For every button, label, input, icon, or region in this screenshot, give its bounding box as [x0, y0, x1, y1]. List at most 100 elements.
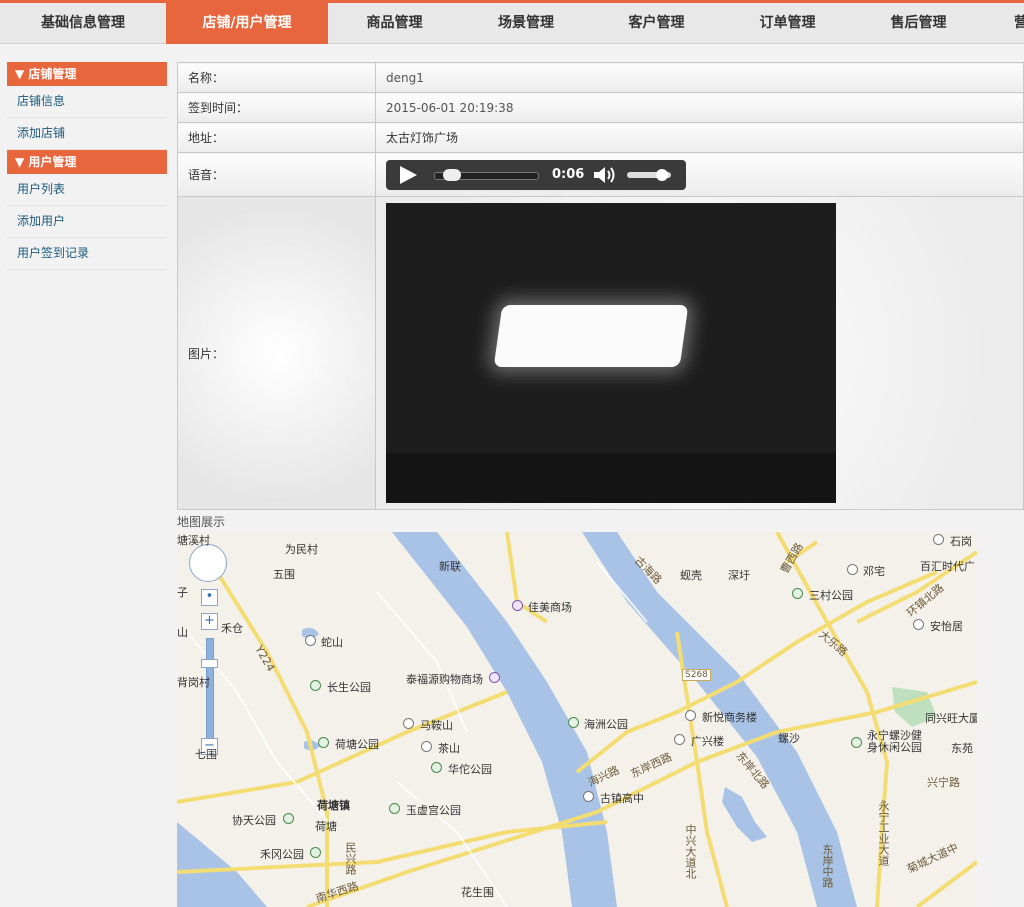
map-pan-control[interactable]: [189, 544, 227, 582]
nav-item-orders[interactable]: 订单管理: [722, 3, 853, 44]
row-address: 地址： 太古灯饰广场: [177, 122, 1024, 153]
audio-time: 0:06: [552, 166, 585, 182]
map-label: 邓宅: [863, 565, 885, 578]
map-label: 荷塘: [315, 820, 337, 833]
place-poi-icon[interactable]: [847, 564, 858, 575]
map-road-label: 民兴路: [344, 842, 357, 875]
map-label: 新悦商务楼: [702, 711, 757, 724]
park-poi-icon[interactable]: [431, 762, 442, 773]
nav-item-store-user[interactable]: 店铺/用户管理: [166, 3, 328, 44]
nav-item-after-sales[interactable]: 售后管理: [853, 3, 984, 44]
map-label: 玉虚宫公园: [406, 804, 461, 817]
map-locate-button[interactable]: •: [201, 589, 218, 606]
map-view[interactable]: • + − 塘溪村 为民村 新联 五围 佳美商场 蚬壳 深圩 三村公园 邓宅 石…: [177, 532, 977, 907]
nav-item-products[interactable]: 商品管理: [328, 3, 461, 44]
place-poi-icon[interactable]: [403, 718, 414, 729]
map-label: 蛇山: [321, 636, 343, 649]
map-label: 协天公园: [232, 814, 276, 827]
park-poi-icon[interactable]: [310, 847, 321, 858]
park-poi-icon[interactable]: [389, 803, 400, 814]
park-poi-icon[interactable]: [310, 680, 321, 691]
checkin-detail-table: 名称： deng1 签到时间： 2015-06-01 20:19:38 地址： …: [177, 62, 1024, 510]
park-poi-icon[interactable]: [851, 737, 862, 748]
map-label: 深圩: [728, 569, 750, 582]
map-label: 古镇高中: [600, 792, 644, 805]
map-label: 山: [177, 626, 188, 639]
map-label: 永宁螺沙健身休闲公园: [867, 729, 922, 754]
sidebar-item-user-list[interactable]: 用户列表: [7, 174, 167, 206]
sidebar-item-store-info[interactable]: 店铺信息: [7, 86, 167, 118]
map-label: 荷塘镇: [317, 799, 350, 812]
sidebar: ▼ 店铺管理 店铺信息 添加店铺 ▼ 用户管理 用户列表 添加用户 用户签到记录: [7, 62, 167, 270]
map-label: 禾仓: [221, 622, 243, 635]
map-label: 同兴旺大厦: [925, 712, 977, 725]
volume-thumb[interactable]: [656, 168, 669, 181]
map-road-label: S268: [682, 669, 711, 681]
map-label: 背岗村: [177, 676, 210, 689]
address-value: 太古灯饰广场: [375, 122, 1024, 153]
map-zoom-rail[interactable]: [206, 638, 214, 750]
place-poi-icon[interactable]: [685, 710, 696, 721]
checkin-photo: [386, 203, 836, 503]
map-label: 海洲公园: [584, 718, 628, 731]
nav-item-customers[interactable]: 客户管理: [591, 3, 722, 44]
sidebar-item-checkin-records[interactable]: 用户签到记录: [7, 238, 167, 270]
map-label: 泰福源购物商场: [406, 673, 483, 686]
map-zoom-slider[interactable]: [201, 659, 218, 668]
photo-lower-wall: [386, 453, 836, 503]
voice-cell: 0:06: [375, 152, 1024, 197]
place-poi-icon[interactable]: [583, 791, 594, 802]
map-zoom-in-button[interactable]: +: [201, 613, 218, 630]
place-poi-icon[interactable]: [421, 741, 432, 752]
map-label: 三村公园: [809, 589, 853, 602]
row-image: 图片：: [177, 196, 1024, 510]
park-poi-icon[interactable]: [283, 813, 294, 824]
map-label: 华佗公园: [448, 763, 492, 776]
place-poi-icon[interactable]: [674, 734, 685, 745]
place-poi-icon[interactable]: [933, 534, 944, 545]
voice-label: 语音：: [177, 152, 376, 197]
park-poi-icon[interactable]: [318, 737, 329, 748]
ceiling-lamp-shape: [493, 305, 689, 367]
address-label: 地址：: [177, 122, 376, 153]
checkin-time-value: 2015-06-01 20:19:38: [375, 92, 1024, 123]
park-poi-icon[interactable]: [792, 588, 803, 599]
place-poi-icon[interactable]: [913, 619, 924, 630]
row-time: 签到时间： 2015-06-01 20:19:38: [177, 92, 1024, 123]
map-label: 新联: [439, 560, 461, 573]
map-label: 子: [177, 586, 188, 599]
nav-item-more[interactable]: 营: [1014, 3, 1024, 44]
name-label: 名称：: [177, 62, 376, 93]
map-road-label: 中兴大道北: [684, 824, 697, 879]
play-icon[interactable]: [400, 165, 417, 184]
sidebar-group-store-header[interactable]: ▼ 店铺管理: [7, 62, 167, 86]
park-poi-icon[interactable]: [568, 717, 579, 728]
map-label: 蚬壳: [680, 569, 702, 582]
map-label: 荷塘公园: [335, 738, 379, 751]
image-cell: [375, 196, 1024, 510]
sidebar-item-add-store[interactable]: 添加店铺: [7, 118, 167, 150]
nav-item-scenes[interactable]: 场景管理: [461, 3, 591, 44]
sidebar-group-user-header[interactable]: ▼ 用户管理: [7, 150, 167, 174]
map-label: 花生围: [461, 886, 494, 899]
map-label: 茶山: [438, 742, 460, 755]
sidebar-item-add-user[interactable]: 添加用户: [7, 206, 167, 238]
nav-item-basic-info[interactable]: 基础信息管理: [0, 3, 166, 44]
map-label: 禾冈公园: [260, 848, 304, 861]
map-label: 为民村: [285, 543, 318, 556]
image-label: 图片：: [177, 196, 376, 510]
shop-poi-icon[interactable]: [489, 672, 500, 683]
map-road-label: 兴宁路: [927, 776, 960, 789]
shop-poi-icon[interactable]: [512, 600, 523, 611]
place-poi-icon[interactable]: [305, 635, 316, 646]
map-road-label: 永宁工业大道: [877, 800, 890, 866]
volume-icon[interactable]: [592, 165, 618, 185]
map-label: 广兴楼: [691, 735, 724, 748]
map-label: 百汇时代广: [920, 560, 975, 573]
checkin-time-label: 签到时间：: [177, 92, 376, 123]
audio-player: 0:06: [386, 159, 686, 190]
map-label: 东苑: [951, 742, 973, 755]
map-title: 地图展示: [177, 515, 226, 529]
row-name: 名称： deng1: [177, 62, 1024, 93]
audio-progress-thumb[interactable]: [442, 168, 461, 181]
